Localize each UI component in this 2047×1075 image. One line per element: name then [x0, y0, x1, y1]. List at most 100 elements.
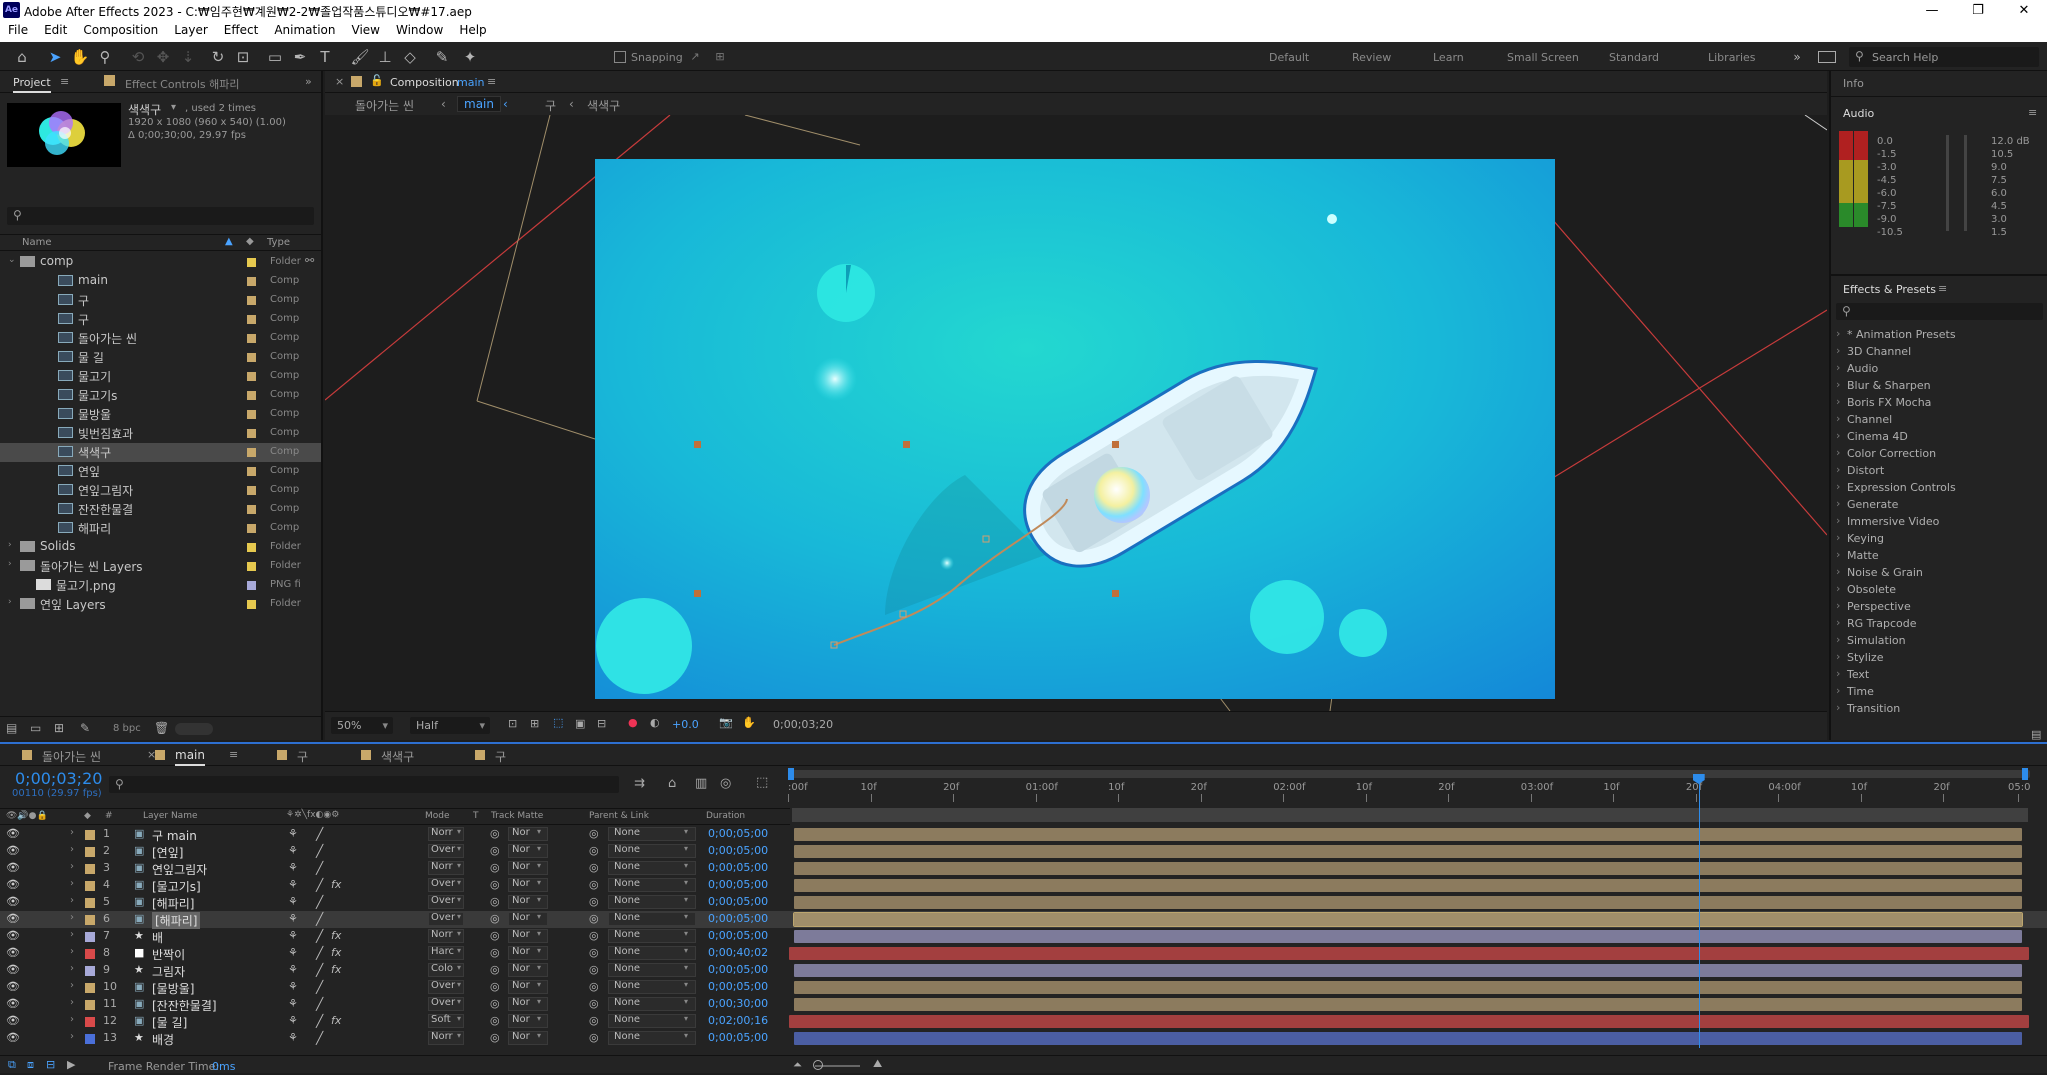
quality-switch-icon[interactable]: ╱	[316, 1031, 323, 1045]
effects-category[interactable]: › Simulation	[1831, 632, 2047, 649]
label-color-chip[interactable]	[247, 296, 256, 305]
layer-duration[interactable]: 0;00;05;00	[708, 1031, 768, 1044]
shy-switch-icon[interactable]: ⚘	[288, 946, 298, 959]
zoom-in-icon[interactable]: ⛰	[873, 1057, 882, 1071]
region-of-interest-icon[interactable]: ▣	[575, 717, 585, 730]
transparency-grid-icon[interactable]: ⊞	[530, 717, 539, 730]
shy-switch-icon[interactable]: ⚘	[288, 878, 298, 891]
project-item[interactable]: › 연잎 Layers Folder	[0, 595, 321, 614]
effects-category[interactable]: › Stylize	[1831, 649, 2047, 666]
project-item[interactable]: 연잎 Comp	[0, 462, 321, 481]
label-color-chip[interactable]	[247, 524, 256, 533]
workspace-menu-icon[interactable]	[1818, 51, 1836, 63]
effects-category[interactable]: › Time	[1831, 683, 2047, 700]
layer-name[interactable]: [물고기s]	[152, 878, 201, 895]
effects-category[interactable]: › Obsolete	[1831, 581, 2047, 598]
chevron-right-icon[interactable]: ›	[70, 997, 74, 1008]
chevron-right-icon[interactable]: ›	[70, 844, 74, 855]
project-item[interactable]: 색색구 Comp	[0, 443, 321, 462]
work-area-start-handle[interactable]	[788, 768, 794, 780]
timeline-tab[interactable]: 구	[297, 748, 308, 765]
label-color-chip[interactable]	[247, 486, 256, 495]
layer-name[interactable]: [물 길]	[152, 1014, 187, 1031]
magnification-dropdown[interactable]: 50% ▾	[331, 717, 393, 734]
layer-name[interactable]: [물방울]	[152, 980, 194, 997]
grid-guides-icon[interactable]: ⊟	[597, 717, 606, 730]
eye-icon[interactable]: 👁	[6, 963, 20, 976]
breadcrumb-item[interactable]: 구	[545, 97, 556, 114]
timeline-tab[interactable]: 돌아가는 씬	[42, 748, 101, 765]
clone-stamp-icon[interactable]: ⊥	[375, 47, 395, 67]
in-out-toggle-icon[interactable]: ⊟	[46, 1058, 55, 1071]
quality-switch-icon[interactable]: ╱	[316, 827, 323, 841]
project-item[interactable]: 물고기 Comp	[0, 367, 321, 386]
matte-pickwhip-icon[interactable]: ◎	[490, 963, 500, 976]
layer-duration[interactable]: 0;00;05;00	[708, 844, 768, 857]
audio-menu-icon[interactable]: ≡	[2028, 106, 2037, 119]
matte-pickwhip-icon[interactable]: ◎	[490, 946, 500, 959]
parent-pickwhip-icon[interactable]: ◎	[589, 895, 599, 908]
effects-menu-icon[interactable]: ≡	[1938, 282, 1947, 295]
eye-icon[interactable]: 👁	[6, 929, 20, 942]
tab-project[interactable]: Project	[13, 76, 51, 93]
label-color-chip[interactable]	[247, 277, 256, 286]
label-color-chip[interactable]	[247, 581, 256, 590]
eye-icon[interactable]: 👁	[6, 1014, 20, 1027]
menu-composition[interactable]: Composition	[75, 21, 166, 37]
current-time-display[interactable]: 0;00;03;20	[15, 769, 102, 788]
chevron-right-icon[interactable]: ›	[70, 1014, 74, 1025]
workspace-standard[interactable]: Standard	[1609, 51, 1659, 64]
layer-name[interactable]: [해파리]	[152, 912, 201, 929]
label-color-chip[interactable]	[247, 391, 256, 400]
layer-duration[interactable]: 0;00;05;00	[708, 980, 768, 993]
layer-duration[interactable]: 0;00;05;00	[708, 895, 768, 908]
matte-pickwhip-icon[interactable]: ◎	[490, 980, 500, 993]
chevron-right-icon[interactable]: ›	[70, 861, 74, 872]
mode-header[interactable]: Mode	[425, 811, 450, 821]
usage-dropdown-icon[interactable]: ▾	[171, 102, 176, 113]
layer-duration-bar[interactable]	[789, 1015, 2029, 1028]
render-time-toggle-icon[interactable]: ⧉	[8, 1058, 16, 1072]
matte-pickwhip-icon[interactable]: ◎	[490, 844, 500, 857]
layer-duration[interactable]: 0;00;05;00	[708, 861, 768, 874]
transform-handle[interactable]	[694, 441, 701, 448]
project-item[interactable]: 물고기s Comp	[0, 386, 321, 405]
zoom-slider-thumb[interactable]	[813, 1060, 823, 1070]
layer-duration-bar[interactable]	[794, 998, 2022, 1011]
shy-switch-icon[interactable]: ⚘	[288, 861, 298, 874]
chevron-right-icon[interactable]: ›	[70, 980, 74, 991]
label-color-chip[interactable]	[247, 429, 256, 438]
layer-name[interactable]: 그림자	[152, 963, 185, 980]
layer-name[interactable]: 반짝이	[152, 946, 185, 963]
workspace-learn[interactable]: Learn	[1433, 51, 1464, 64]
shy-switch-icon[interactable]: ⚘	[288, 844, 298, 857]
matte-pickwhip-icon[interactable]: ◎	[490, 895, 500, 908]
fx-switch-icon[interactable]: fx	[331, 946, 341, 959]
shy-switch-icon[interactable]: ⚘	[288, 1014, 298, 1027]
layer-row[interactable]: 👁 › 2 ▣ [연잎] ⚘ ╱ Over ▾ ◎ Nor ▾ ◎ None ▾ 0;00;05;00	[0, 843, 2047, 860]
new-composition-icon[interactable]: ⊞	[54, 721, 64, 735]
quality-switch-icon[interactable]: ╱	[316, 946, 323, 960]
fx-switch-icon[interactable]: fx	[331, 963, 341, 976]
puppet-pin-icon[interactable]: ✦	[460, 47, 480, 67]
label-color-chip[interactable]	[247, 410, 256, 419]
effects-category[interactable]: › 3D Channel	[1831, 343, 2047, 360]
quality-switch-icon[interactable]: ╱	[316, 963, 323, 977]
layer-row[interactable]: 👁 › 10 ▣ [물방울] ⚘ ╱ Over ▾ ◎ Nor ▾ ◎ None ▾ 0;00;05;00	[0, 979, 2047, 996]
rectangle-tool-icon[interactable]: ▭	[265, 47, 285, 67]
label-column-icon[interactable]: ◆	[246, 236, 254, 247]
layer-duration[interactable]: 0;00;05;00	[708, 878, 768, 891]
quality-switch-icon[interactable]: ╱	[316, 1014, 323, 1028]
audio-panel-title[interactable]: Audio	[1843, 107, 1874, 120]
project-search-input[interactable]: ⚲	[7, 207, 314, 225]
effects-category[interactable]: › RG Trapcode	[1831, 615, 2047, 632]
label-color-chip[interactable]	[247, 448, 256, 457]
label-color-chip[interactable]	[85, 966, 95, 976]
project-item[interactable]: 잔잔한물결 Comp	[0, 500, 321, 519]
chevron-right-icon[interactable]: ›	[70, 963, 74, 974]
hand-tool-icon[interactable]: ✋	[70, 47, 90, 67]
layer-duration-bar[interactable]	[794, 964, 2022, 977]
work-area-bar[interactable]	[790, 770, 2030, 778]
label-color-chip[interactable]	[85, 1017, 95, 1027]
menu-file[interactable]: File	[0, 21, 36, 37]
